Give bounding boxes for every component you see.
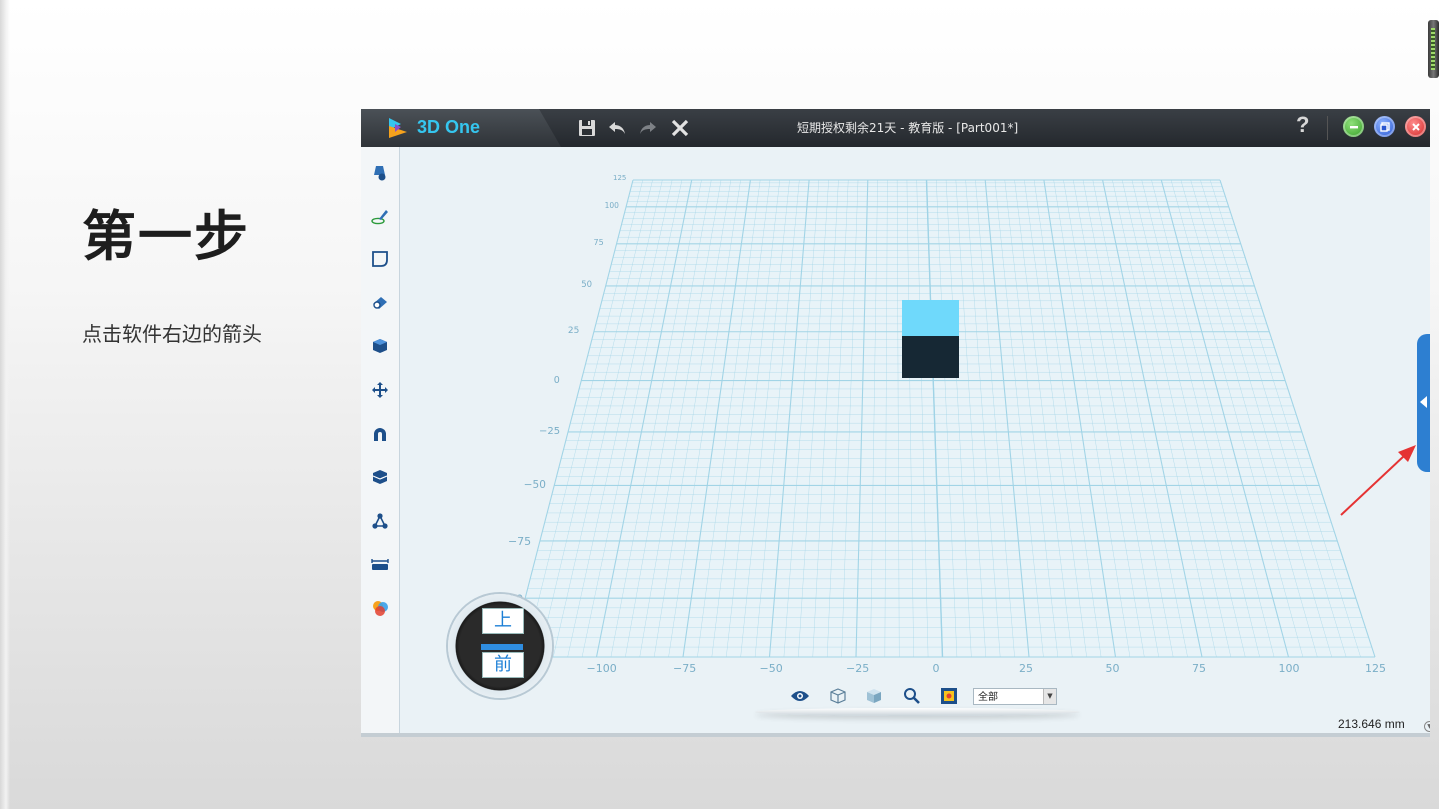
x-tick-label: 125: [1365, 662, 1386, 675]
x-tick-label: 100: [1278, 662, 1300, 675]
shaded-cube-icon[interactable]: [863, 685, 885, 707]
restore-button[interactable]: [1374, 116, 1395, 137]
distance-measure-icon[interactable]: [369, 553, 391, 575]
minimize-button[interactable]: [1343, 116, 1364, 137]
view-cube-front-face[interactable]: 前: [482, 652, 524, 678]
y-tick-label: −25: [539, 425, 561, 437]
special-feature-icon[interactable]: [369, 292, 391, 314]
x-tick-label: −25: [846, 662, 870, 675]
magnet-icon[interactable]: [369, 423, 391, 445]
view-eye-icon[interactable]: [789, 685, 811, 707]
fit-view-icon[interactable]: [938, 685, 960, 707]
title-bar: 3D One 短期授权剩余21天 - 教育版 - [Part001*] ?: [361, 109, 1430, 147]
y-tick-label: 100: [604, 200, 619, 210]
cube-top-face[interactable]: [902, 300, 959, 336]
help-button[interactable]: ?: [1296, 112, 1309, 138]
chevron-down-icon: ▼: [1043, 689, 1056, 704]
step-description: 点击软件右边的箭头: [82, 322, 262, 346]
left-toolbar: [361, 147, 400, 737]
y-tick-label: 50: [581, 279, 593, 290]
y-tick-label: 0: [553, 374, 560, 386]
redo-icon[interactable]: [634, 114, 662, 142]
filter-select[interactable]: 全部 ▼: [973, 688, 1057, 705]
restore-icon: [1379, 121, 1390, 132]
status-strip: [361, 733, 1430, 737]
close-icon: [1411, 122, 1420, 131]
undo-icon[interactable]: [603, 114, 631, 142]
x-tick-label: 25: [1019, 662, 1033, 675]
x-tick-label: −75: [673, 662, 697, 675]
cube-front-face[interactable]: [902, 336, 959, 378]
pattern-icon[interactable]: [369, 466, 391, 488]
measurement-readout: 213.646 mm: [1338, 717, 1405, 731]
filter-select-value: 全部: [978, 692, 998, 703]
wireframe-cube-icon[interactable]: [827, 685, 849, 707]
sketch-icon[interactable]: [369, 205, 391, 227]
step-title: 第一步: [82, 205, 250, 268]
view-cube-edge: [481, 644, 523, 650]
zoom-icon[interactable]: [901, 685, 923, 707]
material-render-icon[interactable]: [369, 597, 391, 619]
basic-edit-icon[interactable]: [369, 379, 391, 401]
x-tick-label: 75: [1192, 662, 1206, 675]
x-tick-label: −100: [586, 662, 617, 675]
view-cube-top-face[interactable]: 上: [482, 608, 524, 634]
corner-meter-widget: [1428, 20, 1439, 78]
work-plane-grid: [509, 179, 1376, 658]
slide-edge: [0, 0, 10, 809]
y-tick-label: −75: [507, 534, 532, 548]
combine-edit-icon[interactable]: [369, 335, 391, 357]
basic-solid-icon[interactable]: [369, 161, 391, 183]
right-panel-expand-button[interactable]: [1417, 334, 1430, 472]
close-button[interactable]: [1405, 116, 1426, 137]
view-cube[interactable]: 上 前: [448, 594, 552, 698]
app-window: 3D One 短期授权剩余21天 - 教育版 - [Part001*] ? 12…: [361, 109, 1430, 737]
x-tick-label: −50: [759, 662, 783, 675]
app-name: 3D One: [417, 117, 481, 137]
grid-plane: [510, 180, 1375, 657]
sketch-edit-icon[interactable]: [369, 248, 391, 270]
x-tick-label: 0: [932, 662, 940, 675]
y-tick-label: 125: [613, 174, 627, 182]
save-icon[interactable]: [573, 114, 601, 142]
3d-viewport[interactable]: 1251007550250−25−50−75−100 −100−75−50−25…: [400, 147, 1430, 737]
arrow-left-icon: [1420, 396, 1427, 408]
y-tick-label: 75: [593, 237, 604, 247]
window-title: 短期授权剩余21天 - 教育版 - [Part001*]: [797, 121, 1019, 135]
y-tick-label: 25: [567, 325, 580, 336]
assembly-icon[interactable]: [369, 510, 391, 532]
measurement-dropdown-icon[interactable]: ▼: [1424, 721, 1430, 732]
y-tick-label: −50: [523, 479, 546, 492]
view-toolbar-shelf: [755, 708, 1080, 716]
x-tick-label: 50: [1105, 662, 1120, 675]
3d-one-logo-icon: [389, 118, 407, 138]
titlebar-separator: [1327, 116, 1328, 140]
minimize-icon: [1349, 125, 1358, 128]
close-file-icon[interactable]: [666, 114, 694, 142]
